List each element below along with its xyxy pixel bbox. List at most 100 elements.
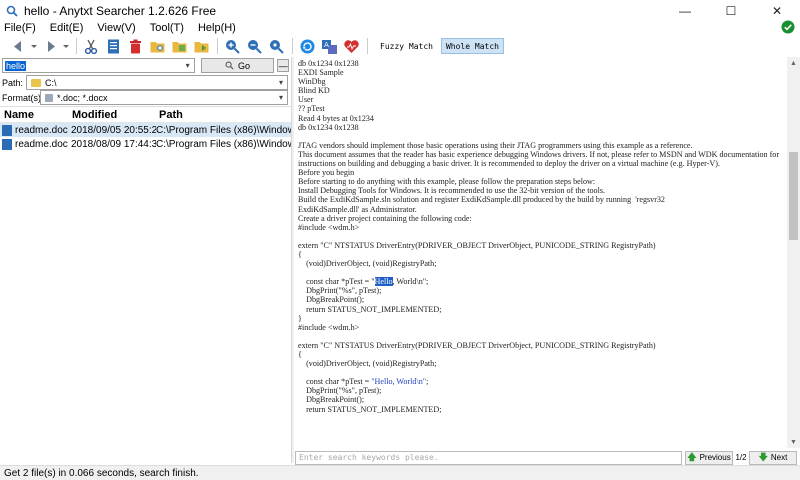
preview-line: Create a driver project containing the f… xyxy=(298,213,472,223)
column-modified[interactable]: Modified xyxy=(68,109,155,121)
word-document-icon xyxy=(2,124,12,136)
chevron-down-icon[interactable]: ▾ xyxy=(275,91,287,104)
page-indicator: 1/2 xyxy=(735,453,747,462)
menu-tool[interactable]: Tool(T) xyxy=(150,22,184,34)
check-circle-icon[interactable] xyxy=(781,20,795,34)
svg-text:A: A xyxy=(324,41,329,49)
code-line: DbgBreakPoint(); xyxy=(298,295,365,305)
forward-icon xyxy=(47,40,55,52)
collapse-button[interactable]: — xyxy=(277,59,289,72)
zoom-out-button[interactable] xyxy=(244,36,264,56)
file-modified: 2018/09/05 20:55:28 xyxy=(71,124,156,136)
preview-line: Before starting to do anything with this… xyxy=(298,177,596,187)
preview-line: #include <wdm.h> xyxy=(298,222,360,232)
refresh-icon xyxy=(300,39,314,53)
arrow-down-icon: 🡇 xyxy=(758,451,768,462)
preview-line: ExdiKdSample.dll' as Administrator. xyxy=(298,204,417,214)
forward-dropdown[interactable] xyxy=(62,36,70,56)
preview-scrollbar[interactable]: ▲ ▼ xyxy=(787,57,800,448)
pane-splitter[interactable] xyxy=(291,57,294,463)
file-modified: 2018/08/09 17:44:32 xyxy=(71,138,156,150)
menu-edit[interactable]: Edit(E) xyxy=(50,22,84,34)
format-label: Format(s): xyxy=(2,92,44,103)
back-button[interactable] xyxy=(8,36,28,56)
close-button[interactable]: ✕ xyxy=(754,0,800,21)
whole-match-button[interactable]: Whole Match xyxy=(440,38,504,54)
zoom-reset-icon xyxy=(269,39,284,54)
document-preview[interactable]: db 0x1234 0x1238 EXDI Sample WinDbg Blin… xyxy=(295,57,787,448)
preview-paragraph: This document assumes that the reader ha… xyxy=(298,149,782,169)
scroll-down-icon[interactable]: ▼ xyxy=(787,436,800,448)
previous-button[interactable]: 🡅 Previous xyxy=(685,450,733,465)
fuzzy-match-button[interactable]: Fuzzy Match xyxy=(375,38,438,54)
folder-search-icon xyxy=(150,41,164,52)
column-name[interactable]: Name xyxy=(0,109,68,121)
table-row[interactable]: readme.docx 2018/09/05 20:55:28 C:\Progr… xyxy=(0,123,291,137)
search-icon xyxy=(225,61,234,70)
toolbar-divider xyxy=(292,38,293,54)
column-path[interactable]: Path xyxy=(155,109,291,121)
folder-export-icon xyxy=(194,41,208,52)
zoom-out-icon xyxy=(247,39,262,54)
menu-file[interactable]: File(F) xyxy=(4,22,36,34)
results-header: Name Modified Path xyxy=(0,107,291,123)
preview-line: Install Debugging Tools for Windows. It … xyxy=(298,186,606,196)
folder-open-button[interactable] xyxy=(169,36,189,56)
open-document-button[interactable] xyxy=(103,36,123,56)
code-line: (void)DriverObject, (void)RegistryPath; xyxy=(298,359,437,369)
find-input[interactable]: Enter search keywords please. xyxy=(295,450,682,465)
file-path: C:\Program Files (x86)\Windows Kits xyxy=(156,124,291,136)
translate-button[interactable]: A xyxy=(319,36,339,56)
zoom-in-button[interactable] xyxy=(222,36,242,56)
chevron-down-icon[interactable]: ▾ xyxy=(182,59,194,72)
zoom-in-icon xyxy=(225,39,240,54)
menu-help[interactable]: Help(H) xyxy=(198,22,236,34)
next-button[interactable]: 🡇 Next xyxy=(749,450,797,465)
minimize-button[interactable]: — xyxy=(662,0,708,21)
refresh-button[interactable] xyxy=(297,36,317,56)
maximize-button[interactable]: ☐ xyxy=(708,0,754,21)
delete-button[interactable] xyxy=(125,36,145,56)
go-button[interactable]: Go xyxy=(200,58,275,73)
preview-line: db 0x1234 0x1238 xyxy=(298,122,359,132)
preview-line: Before you begin xyxy=(298,168,355,178)
forward-button[interactable] xyxy=(40,36,60,56)
code-line: { xyxy=(298,350,302,359)
preview-line: ?? pTest xyxy=(298,104,325,114)
code-line: { xyxy=(298,249,302,259)
code-line: extern "C" NTSTATUS DriverEntry(PDRIVER_… xyxy=(298,340,656,350)
preview-line: WinDbg xyxy=(298,77,326,87)
scroll-up-icon[interactable]: ▲ xyxy=(787,57,800,69)
code-line: return STATUS_NOT_IMPLEMENTED; xyxy=(298,404,442,414)
preview-paragraph: JTAG vendors should implement those basi… xyxy=(298,140,693,150)
code-text: , World\n"; xyxy=(392,277,429,287)
folder-search-button[interactable] xyxy=(147,36,167,56)
menu-view[interactable]: View(V) xyxy=(97,22,135,34)
table-row[interactable]: readme.docx 2018/08/09 17:44:32 C:\Progr… xyxy=(0,137,291,151)
scroll-thumb[interactable] xyxy=(789,152,798,240)
keyword-input[interactable]: hello xyxy=(5,60,27,71)
preview-line: db 0x1234 0x1238 xyxy=(298,59,359,68)
find-bar: Enter search keywords please. 🡅 Previous… xyxy=(295,450,800,465)
favorite-button[interactable] xyxy=(341,36,361,56)
zoom-reset-button[interactable] xyxy=(266,36,286,56)
search-row: hello ▾ Go — xyxy=(2,58,289,73)
cut-button[interactable] xyxy=(81,36,101,56)
path-value: C:\ xyxy=(45,77,57,88)
preview-line xyxy=(298,132,784,141)
filter-icon xyxy=(45,93,53,102)
keyword-combo[interactable]: hello ▾ xyxy=(2,58,195,73)
left-pane: hello ▾ Go — Path: C:\ ▾ Format(s): *.do… xyxy=(0,57,291,463)
path-combo[interactable]: C:\ ▾ xyxy=(26,75,288,90)
back-dropdown[interactable] xyxy=(30,36,38,56)
chevron-down-icon xyxy=(63,44,69,48)
folder-export-button[interactable] xyxy=(191,36,211,56)
chevron-down-icon[interactable]: ▾ xyxy=(275,76,287,89)
format-value: *.doc; *.docx xyxy=(57,92,108,103)
translate-icon: A xyxy=(321,39,337,54)
folder-icon xyxy=(31,78,41,87)
toolbar-divider xyxy=(367,38,368,54)
arrow-up-icon: 🡅 xyxy=(687,451,697,462)
format-combo[interactable]: *.doc; *.docx ▾ xyxy=(40,90,288,105)
status-text: Get 2 file(s) in 0.066 seconds, search f… xyxy=(4,467,199,479)
